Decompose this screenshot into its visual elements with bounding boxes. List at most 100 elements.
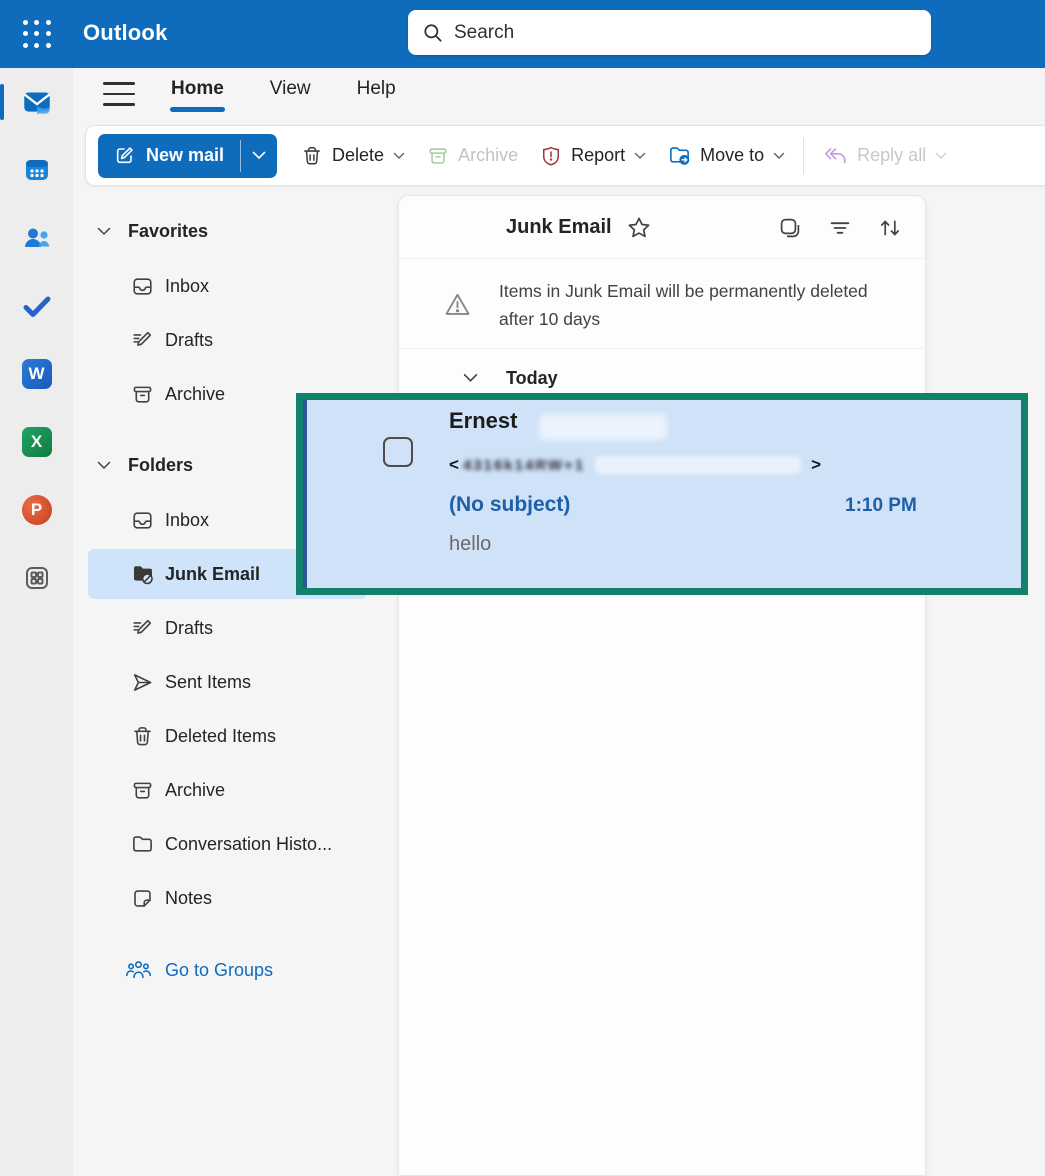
favorite-inbox[interactable]: Inbox	[73, 259, 398, 313]
folders-collapse-chevron-icon[interactable]	[97, 461, 111, 470]
report-chevron-icon	[634, 152, 646, 160]
reply-all-button: Reply all	[822, 145, 947, 167]
folder-label: Deleted Items	[165, 726, 276, 747]
sort-icon[interactable]	[878, 216, 902, 240]
new-mail-button[interactable]: New mail	[98, 134, 277, 178]
address-open-bracket: <	[449, 455, 459, 475]
folder-label: Drafts	[165, 618, 213, 639]
new-mail-label: New mail	[146, 145, 224, 166]
archive-box-icon	[131, 383, 154, 406]
selection-accent	[303, 400, 307, 588]
reply-all-chevron-icon	[935, 152, 947, 160]
drafts-pencil-icon	[131, 329, 154, 352]
delete-button[interactable]: Delete	[301, 145, 405, 167]
folder-conversation-history[interactable]: Conversation Histo...	[73, 817, 398, 871]
archive-label: Archive	[458, 145, 518, 166]
group-header-label: Today	[506, 368, 558, 389]
inbox-icon	[131, 509, 154, 532]
filter-icon[interactable]	[828, 216, 852, 240]
shield-warning-icon	[540, 145, 562, 167]
word-icon: W	[22, 359, 52, 389]
select-messages-icon[interactable]	[778, 216, 802, 240]
report-button[interactable]: Report	[540, 145, 646, 167]
favorites-section-header: Favorites	[73, 208, 398, 254]
toolbar-divider	[803, 138, 804, 174]
app-rail: W X P	[0, 68, 73, 1176]
folder-drafts[interactable]: Drafts	[73, 601, 398, 655]
outlook-window: Outlook Search	[0, 0, 1045, 1176]
folder-archive[interactable]: Archive	[73, 763, 398, 817]
folder-label: Notes	[165, 888, 212, 909]
favorites-collapse-chevron-icon[interactable]	[97, 227, 111, 236]
address-close-bracket: >	[811, 455, 821, 475]
word-letter: W	[28, 364, 44, 384]
folder-label: Conversation Histo...	[165, 834, 332, 855]
note-icon	[131, 887, 154, 910]
rail-item-more-apps[interactable]	[0, 544, 73, 612]
today-collapse-chevron-icon[interactable]	[463, 373, 478, 383]
redacted-sender-surname	[539, 414, 667, 440]
rail-item-people[interactable]	[0, 204, 73, 272]
app-title: Outlook	[83, 20, 168, 46]
move-to-label: Move to	[700, 145, 764, 166]
annotation-highlight-box: Ernest < 4316k14RW+1 > (No subject) 1:10…	[296, 393, 1028, 595]
email-address-redacted: < 4316k14RW+1 >	[449, 452, 821, 478]
message-list-pane: Junk Email	[398, 195, 926, 1176]
drafts-pencil-icon	[131, 617, 154, 640]
email-time: 1:10 PM	[845, 495, 917, 517]
email-sender: Ernest	[449, 408, 517, 434]
rail-item-powerpoint[interactable]: P	[0, 476, 73, 544]
compose-icon	[114, 145, 135, 166]
email-checkbox[interactable]	[383, 437, 413, 467]
search-input[interactable]: Search	[408, 10, 931, 55]
delete-chevron-icon	[393, 152, 405, 160]
folder-deleted-items[interactable]: Deleted Items	[73, 709, 398, 763]
app-launcher-icon[interactable]	[20, 17, 54, 51]
move-to-button[interactable]: Move to	[668, 144, 785, 167]
todo-check-icon	[21, 290, 53, 322]
folder-label: Inbox	[165, 510, 209, 531]
folder-label: Drafts	[165, 330, 213, 351]
rail-item-word[interactable]: W	[0, 340, 73, 408]
apps-grid-icon	[21, 562, 53, 594]
folder-sent-items[interactable]: Sent Items	[73, 655, 398, 709]
rail-item-todo[interactable]	[0, 272, 73, 340]
outlook-mail-icon	[20, 85, 54, 119]
folder-pane: Favorites Inbox Drafts	[73, 186, 398, 1176]
banner-text: Items in Junk Email will be permanently …	[499, 277, 877, 333]
ribbon-tabs: Home View Help	[171, 78, 396, 112]
nav-toggle-hamburger-icon[interactable]	[103, 82, 135, 106]
people-icon	[21, 222, 53, 254]
tab-view[interactable]: View	[270, 78, 311, 112]
tab-home[interactable]: Home	[171, 78, 224, 112]
email-list-item[interactable]: Ernest < 4316k14RW+1 > (No subject) 1:10…	[303, 400, 1021, 588]
groups-people-icon	[125, 958, 152, 982]
selected-indicator	[0, 84, 4, 120]
folder-label: Junk Email	[165, 564, 260, 585]
rail-item-calendar[interactable]	[0, 136, 73, 204]
trash-icon	[301, 145, 323, 167]
archive-icon	[427, 145, 449, 167]
folder-notes[interactable]: Notes	[73, 871, 398, 925]
top-app-bar: Outlook Search	[0, 0, 1045, 68]
junk-retention-banner: Items in Junk Email will be permanently …	[399, 259, 925, 349]
powerpoint-icon: P	[22, 495, 52, 525]
trash-icon	[131, 725, 154, 748]
reply-all-label: Reply all	[857, 145, 926, 166]
message-list-header: Junk Email	[399, 196, 925, 259]
new-mail-dropdown-chevron-icon[interactable]	[241, 134, 277, 178]
warning-triangle-icon	[444, 291, 471, 318]
report-label: Report	[571, 145, 625, 166]
ribbon-toolbar: New mail Delete	[85, 125, 1045, 186]
reply-all-icon	[822, 145, 848, 167]
rail-item-excel[interactable]: X	[0, 408, 73, 476]
address-blurred-text: 4316k14RW+1	[463, 457, 585, 474]
search-icon	[422, 22, 444, 44]
folders-title: Folders	[128, 455, 193, 476]
rail-item-mail[interactable]	[0, 68, 73, 136]
favorite-star-icon[interactable]	[626, 215, 652, 241]
tab-help[interactable]: Help	[357, 78, 396, 112]
go-to-groups-link[interactable]: Go to Groups	[73, 943, 398, 997]
archive-box-icon	[131, 779, 154, 802]
favorite-drafts[interactable]: Drafts	[73, 313, 398, 367]
